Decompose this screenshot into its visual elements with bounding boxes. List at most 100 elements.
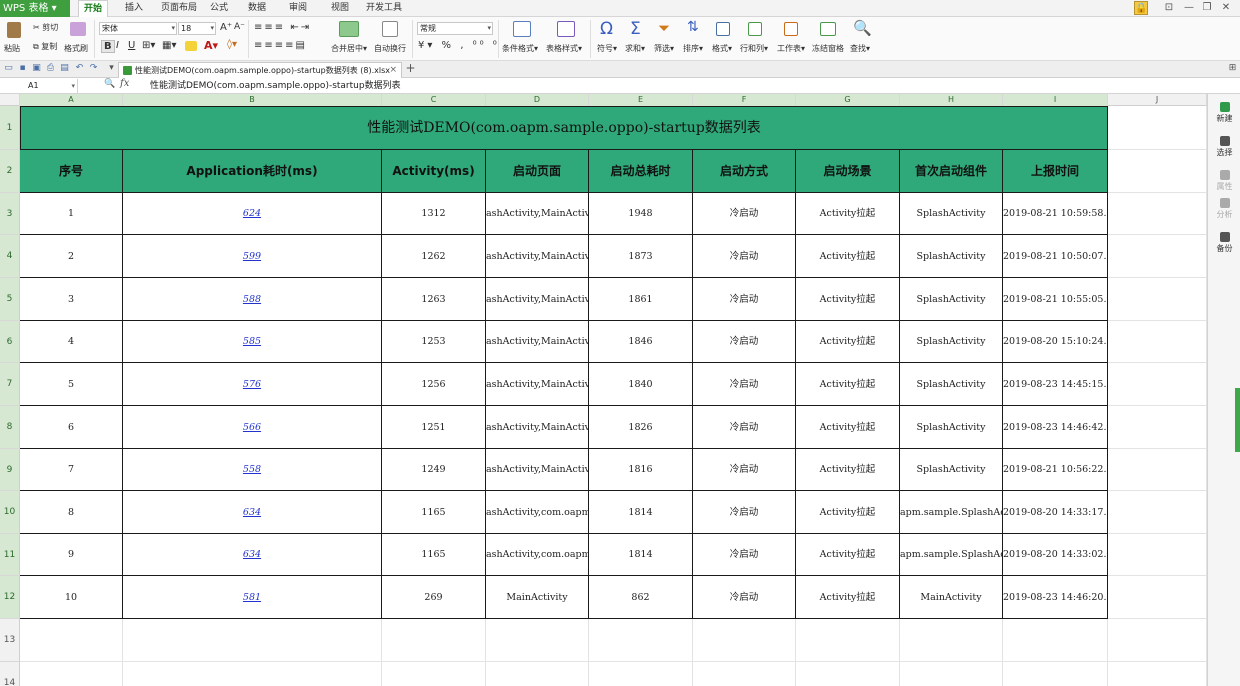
- font-name-select[interactable]: 宋体: [99, 22, 177, 35]
- row-col-button[interactable]: 行和列▾: [740, 43, 768, 54]
- app-time-link[interactable]: 588: [123, 278, 382, 321]
- maximize-icon[interactable]: ❐: [1200, 1, 1214, 15]
- header-cell[interactable]: 启动方式: [693, 150, 796, 193]
- column-header-J[interactable]: J: [1108, 94, 1207, 106]
- empty-cell[interactable]: [693, 662, 796, 686]
- tab-3[interactable]: 公式: [206, 0, 232, 17]
- empty-cell[interactable]: [796, 662, 900, 686]
- freeze-panes-icon[interactable]: [820, 22, 836, 36]
- empty-cell[interactable]: [1108, 619, 1207, 662]
- table-cell[interactable]: 862: [589, 576, 693, 619]
- find-icon[interactable]: 🔍: [853, 19, 872, 37]
- bold-button[interactable]: B: [101, 40, 115, 53]
- table-cell[interactable]: Activity拉起: [796, 576, 900, 619]
- sort-button[interactable]: 排序▾: [683, 43, 703, 54]
- font-size-select[interactable]: 18: [178, 22, 216, 35]
- align-vertical-icons[interactable]: ≡≡≡ ⇤⇥: [254, 22, 311, 33]
- empty-cell[interactable]: [123, 662, 382, 686]
- table-cell[interactable]: 1251: [382, 406, 486, 449]
- table-cell[interactable]: 2019-08-21 10:59:58.0: [1003, 193, 1108, 235]
- table-style-button[interactable]: 表格样式▾: [546, 43, 582, 54]
- close-icon[interactable]: ✕: [1219, 1, 1233, 15]
- export-pdf-icon[interactable]: ▣: [31, 63, 42, 74]
- table-cell[interactable]: 9: [20, 534, 123, 576]
- table-cell[interactable]: 1826: [589, 406, 693, 449]
- header-cell[interactable]: 序号: [20, 150, 123, 193]
- close-tab-button[interactable]: ×: [389, 63, 397, 78]
- empty-cell[interactable]: [1108, 449, 1207, 491]
- empty-cell[interactable]: [900, 619, 1003, 662]
- symbol-icon[interactable]: Ω: [600, 19, 613, 39]
- table-cell[interactable]: 1312: [382, 193, 486, 235]
- table-cell[interactable]: ashActivity,com.oapm.: [486, 534, 589, 576]
- merge-center-icon[interactable]: [339, 21, 359, 37]
- table-cell[interactable]: 269: [382, 576, 486, 619]
- table-cell[interactable]: ashActivity,MainActivi: [486, 235, 589, 278]
- column-header-D[interactable]: D: [486, 94, 589, 106]
- find-button[interactable]: 查找▾: [850, 43, 870, 54]
- table-cell[interactable]: Activity拉起: [796, 278, 900, 321]
- empty-cell[interactable]: [486, 662, 589, 686]
- zoom-formula-icon[interactable]: 🔍: [104, 79, 115, 89]
- freeze-panes-button[interactable]: 冻结窗格: [812, 43, 844, 54]
- table-cell[interactable]: 冷启动: [693, 278, 796, 321]
- panel-collapse-handle[interactable]: [1235, 388, 1240, 452]
- table-cell[interactable]: 冷启动: [693, 406, 796, 449]
- table-cell[interactable]: SplashActivity: [900, 278, 1003, 321]
- number-format-select[interactable]: 常规: [417, 22, 493, 35]
- column-header-A[interactable]: A: [20, 94, 123, 106]
- table-cell[interactable]: SplashActivity: [900, 321, 1003, 363]
- table-cell[interactable]: Activity拉起: [796, 534, 900, 576]
- table-cell[interactable]: 1816: [589, 449, 693, 491]
- table-cell[interactable]: 1249: [382, 449, 486, 491]
- row-header-5[interactable]: 5: [0, 278, 20, 321]
- open-icon[interactable]: ▭: [3, 63, 14, 74]
- clear-format-icon[interactable]: ◊▾: [227, 39, 237, 50]
- empty-cell[interactable]: [1108, 534, 1207, 576]
- empty-cell[interactable]: [382, 619, 486, 662]
- merge-center-button[interactable]: 合并居中▾: [331, 43, 367, 54]
- table-cell[interactable]: 2019-08-20 14:33:02.0: [1003, 534, 1108, 576]
- empty-cell[interactable]: [589, 662, 693, 686]
- table-cell[interactable]: Activity拉起: [796, 449, 900, 491]
- quick-access-dropdown-icon[interactable]: ▾: [106, 63, 117, 74]
- table-cell[interactable]: 1256: [382, 363, 486, 406]
- table-cell[interactable]: Activity拉起: [796, 193, 900, 235]
- table-cell[interactable]: 8: [20, 491, 123, 534]
- table-cell[interactable]: 冷启动: [693, 193, 796, 235]
- sum-button[interactable]: 求和▾: [625, 43, 645, 54]
- app-time-link[interactable]: 634: [123, 491, 382, 534]
- minimize-icon[interactable]: —: [1182, 1, 1196, 15]
- table-cell[interactable]: 冷启动: [693, 491, 796, 534]
- row-header-8[interactable]: 8: [0, 406, 20, 449]
- tab-6[interactable]: 视图: [326, 0, 354, 17]
- empty-cell[interactable]: [1108, 235, 1207, 278]
- empty-cell[interactable]: [1108, 278, 1207, 321]
- table-cell[interactable]: 1: [20, 193, 123, 235]
- empty-cell[interactable]: [1108, 662, 1207, 686]
- table-cell[interactable]: 10: [20, 576, 123, 619]
- table-cell[interactable]: 1165: [382, 491, 486, 534]
- table-style-icon[interactable]: [557, 21, 575, 37]
- table-cell[interactable]: 1814: [589, 534, 693, 576]
- column-header-E[interactable]: E: [589, 94, 693, 106]
- chevron-down-icon[interactable]: ▾: [71, 79, 75, 93]
- table-cell[interactable]: 7: [20, 449, 123, 491]
- table-cell[interactable]: 1840: [589, 363, 693, 406]
- document-tab[interactable]: 性能测试DEMO(com.oapm.sample.oppo)-startup数据…: [118, 62, 402, 78]
- table-cell[interactable]: 1846: [589, 321, 693, 363]
- paste-button[interactable]: 粘贴: [4, 43, 20, 54]
- table-cell[interactable]: 2019-08-21 10:55:05.0: [1003, 278, 1108, 321]
- print-preview-icon[interactable]: ▤: [59, 63, 70, 74]
- table-cell[interactable]: 冷启动: [693, 235, 796, 278]
- table-cell[interactable]: ashActivity,MainActivi: [486, 193, 589, 235]
- app-menu-button[interactable]: WPS 表格 ▾: [0, 0, 70, 17]
- name-box[interactable]: A1 ▾: [0, 79, 78, 93]
- empty-cell[interactable]: [1108, 150, 1207, 193]
- table-cell[interactable]: 1861: [589, 278, 693, 321]
- cut-button[interactable]: ✂ 剪切: [33, 22, 58, 33]
- tab-5[interactable]: 审阅: [285, 0, 311, 17]
- side-panel-select[interactable]: 选择: [1208, 136, 1240, 158]
- tab-7[interactable]: 开发工具: [362, 0, 406, 17]
- formula-input[interactable]: 性能测试DEMO(com.oapm.sample.oppo)-startup数据…: [150, 79, 401, 93]
